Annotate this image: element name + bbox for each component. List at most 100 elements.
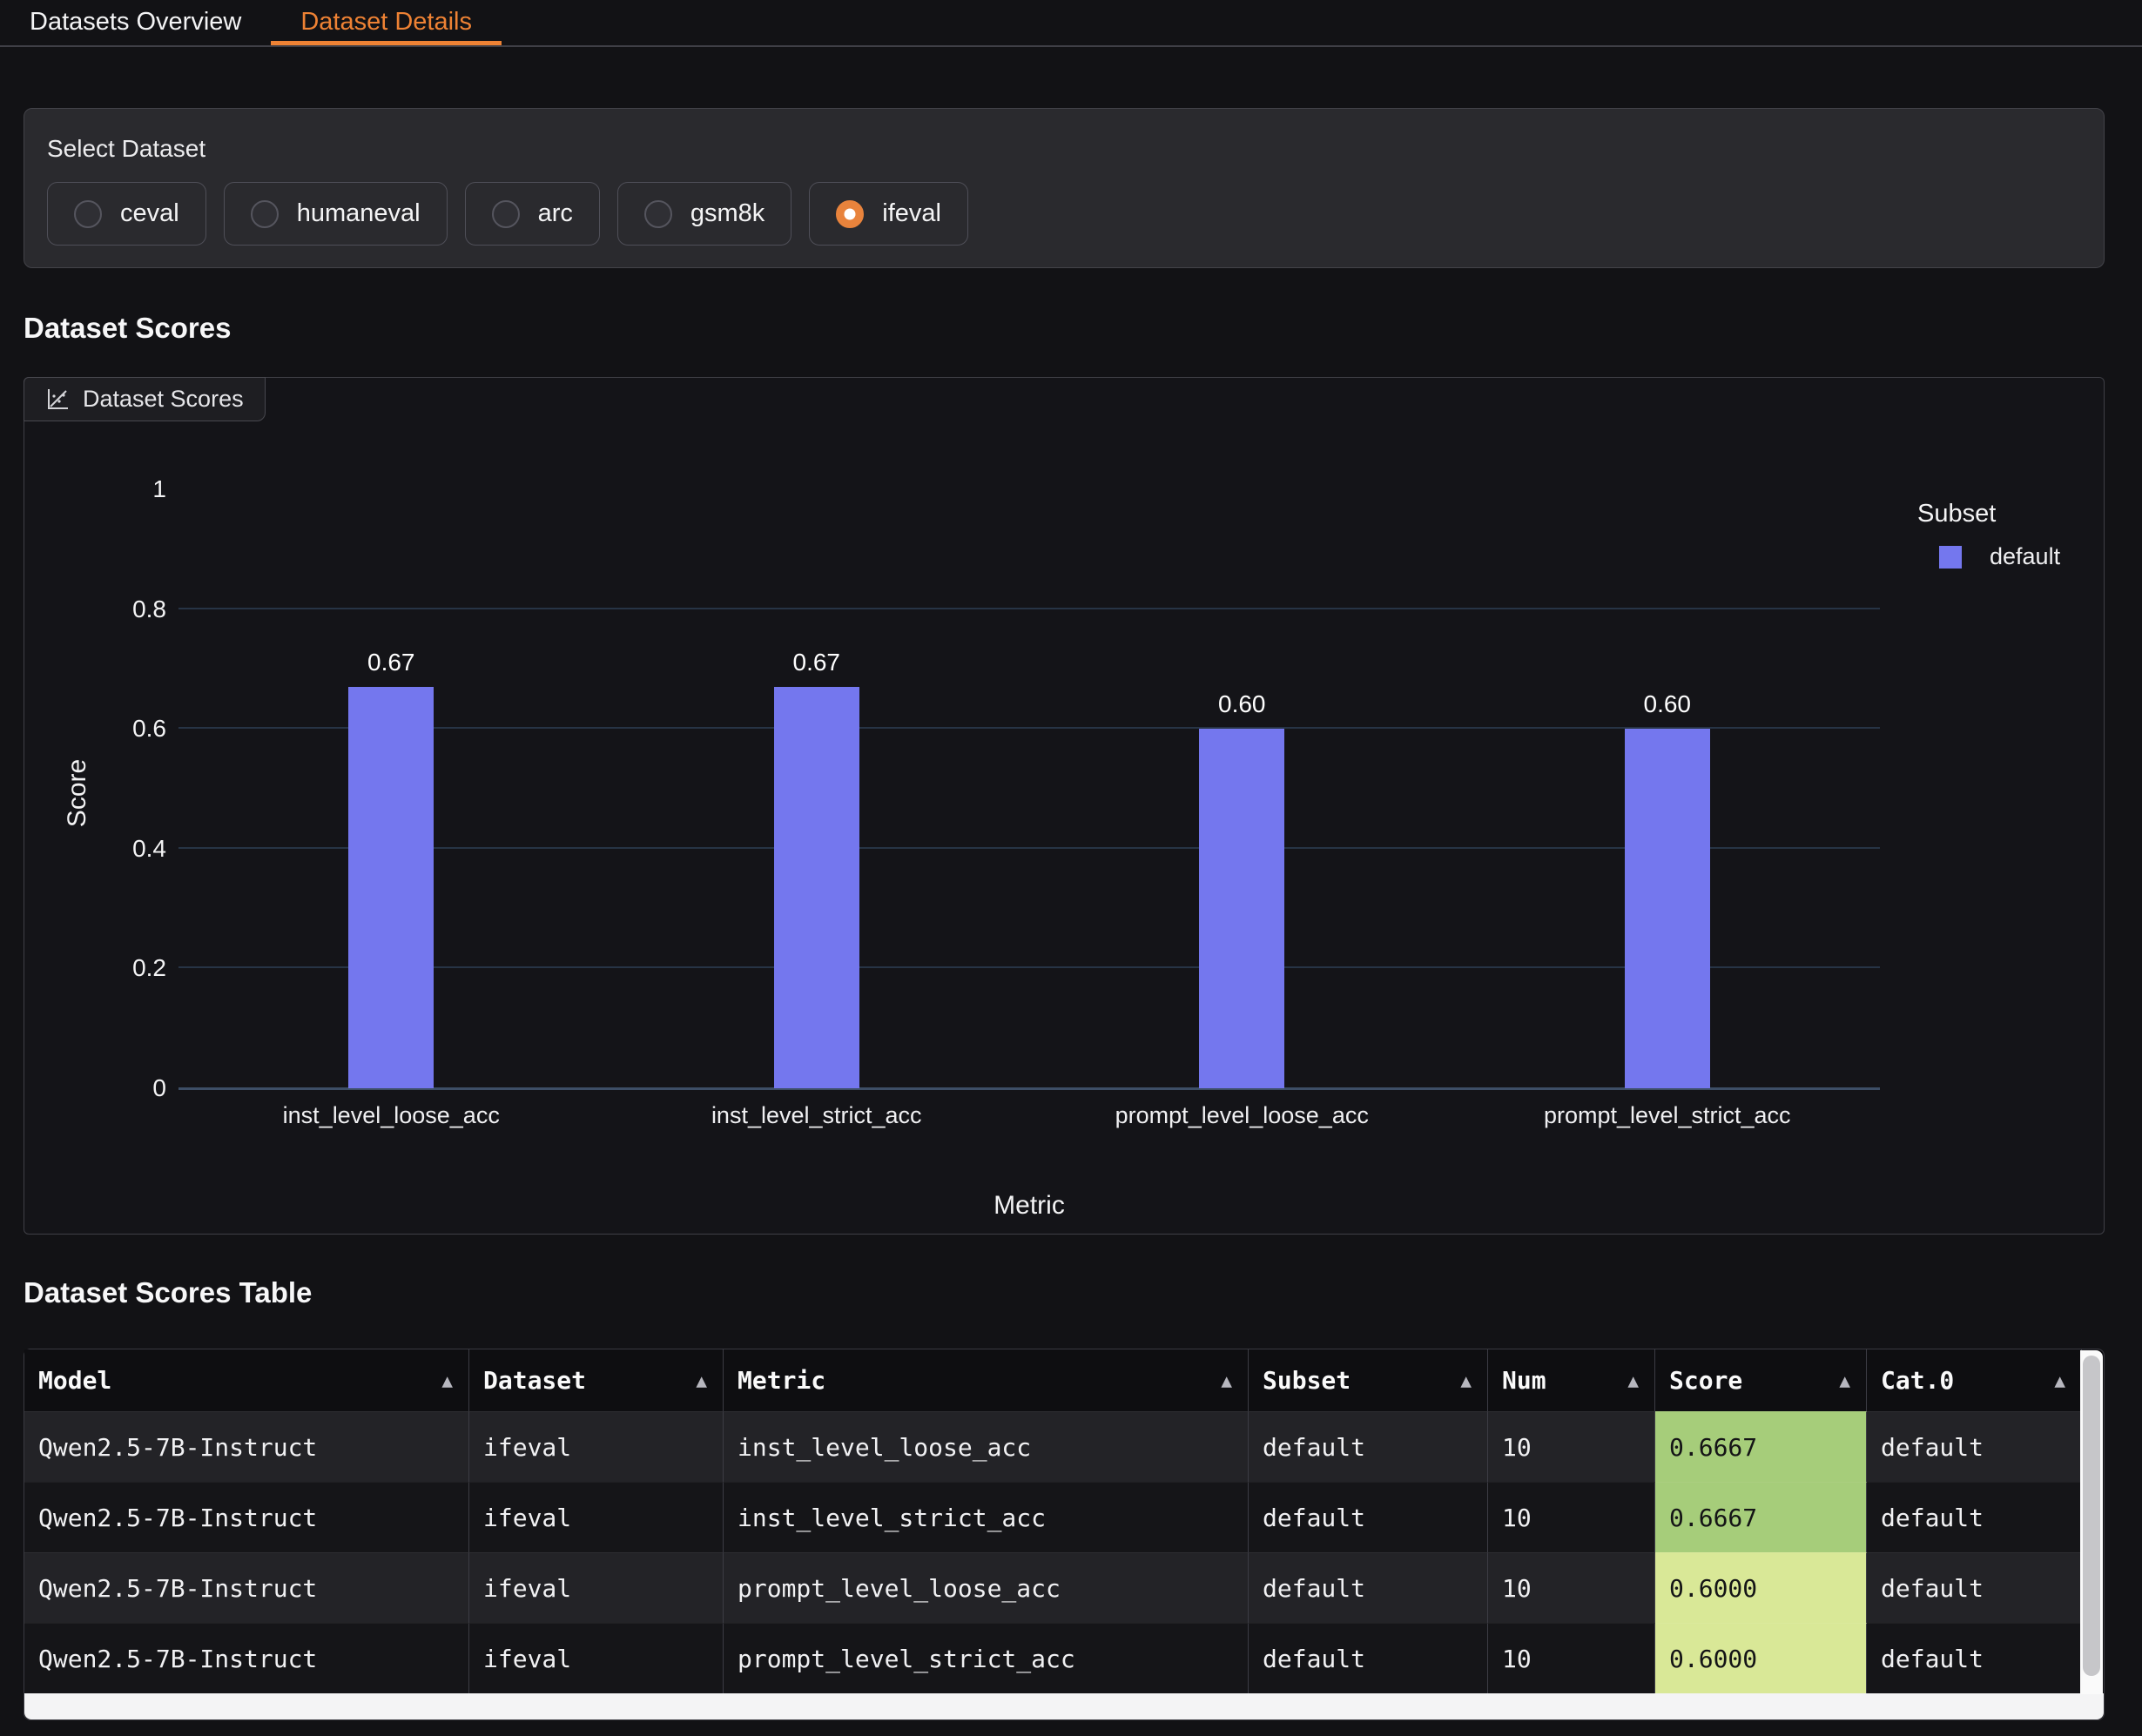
dataset-radio-ifeval[interactable]: ifeval [809,182,968,246]
bar-chart-plot-area: Metric 00.20.40.60.810.67inst_level_loos… [178,489,1880,1088]
y-tick-label-1: 1 [90,475,166,503]
radio-label: ifeval [882,199,941,228]
y-tick-label-0.2: 0.2 [90,954,166,982]
table-cell-r3-c4: 10 [1488,1623,1655,1693]
table-cell-r2-c3: default [1249,1552,1488,1623]
table-cell-r3-c6: default [1867,1623,2082,1693]
column-header-dataset[interactable]: Dataset ▲ [469,1349,724,1411]
table-cell-r0-c0: Qwen2.5-7B-Instruct [24,1411,469,1482]
vertical-scrollbar[interactable] [2080,1350,2103,1694]
column-header-score[interactable]: Score ▲ [1655,1349,1867,1411]
table-cell-r1-c4: 10 [1488,1482,1655,1552]
tab-datasets-overview[interactable]: Datasets Overview [0,0,271,45]
legend-title: Subset [1917,500,2060,528]
table-cell-r3-c2: prompt_level_strict_acc [724,1623,1249,1693]
dataset-radio-humaneval[interactable]: humaneval [224,182,448,246]
radio-label: humaneval [297,199,421,228]
column-header-label: Cat.0 [1881,1366,1954,1395]
column-header-metric[interactable]: Metric ▲ [724,1349,1249,1411]
sort-ascending-icon[interactable]: ▲ [696,1370,707,1391]
table-cell-r2-c4: 10 [1488,1552,1655,1623]
horizontal-scrollbar[interactable] [24,1693,2104,1719]
column-header-model[interactable]: Model ▲ [24,1349,469,1411]
table-cell-r3-c3: default [1249,1623,1488,1693]
table-cell-r2-c0: Qwen2.5-7B-Instruct [24,1552,469,1623]
y-tick-label-0: 0 [90,1074,166,1102]
legend-item-default[interactable]: default [1939,543,2060,570]
table-cell-r3-c1: ifeval [469,1623,724,1693]
x-axis-title: Metric [178,1191,1880,1221]
column-header-label: Model [38,1366,111,1395]
table-cell-r0-c2: inst_level_loose_acc [724,1411,1249,1482]
select-dataset-panel: Select Dataset ceval humaneval arc gsm8k ife… [24,108,2105,268]
table-cell-r0-c5: 0.6667 [1655,1411,1867,1482]
sort-ascending-icon[interactable]: ▲ [1839,1370,1850,1391]
radio-circle-icon [74,200,102,228]
radio-label: arc [538,199,573,228]
table-cell-r0-c6: default [1867,1411,2082,1482]
table-cell-r2-c1: ifeval [469,1552,724,1623]
bar-prompt_level_strict_acc [1625,729,1710,1088]
gridline-0.8 [178,608,1880,609]
table-cell-r1-c1: ifeval [469,1482,724,1552]
sort-ascending-icon[interactable]: ▲ [2054,1370,2065,1391]
bar-value-inst_level_strict_acc: 0.67 [730,649,904,676]
bar-value-prompt_level_strict_acc: 0.60 [1580,690,1755,718]
dataset-radio-gsm8k[interactable]: gsm8k [617,182,791,246]
table-cell-r0-c1: ifeval [469,1411,724,1482]
column-header-label: Subset [1263,1366,1351,1395]
y-axis-title: Score [63,759,92,827]
column-header-subset[interactable]: Subset ▲ [1249,1349,1488,1411]
vertical-scrollbar-thumb[interactable] [2083,1356,2100,1676]
legend-swatch [1939,546,1962,569]
radio-circle-icon [644,200,672,228]
table-cell-r3-c5: 0.6000 [1655,1623,1867,1693]
tab-dataset-details[interactable]: Dataset Details [271,0,502,45]
top-tab-bar: Datasets Overview Dataset Details [0,0,2142,47]
column-header-label: Metric [738,1366,825,1395]
radio-label: gsm8k [690,199,765,228]
table-cell-r1-c6: default [1867,1482,2082,1552]
table-cell-r3-c0: Qwen2.5-7B-Instruct [24,1623,469,1693]
scatter-chart-icon [45,387,70,412]
column-header-num[interactable]: Num ▲ [1488,1349,1655,1411]
dataset-radio-group: ceval humaneval arc gsm8k ifeval [47,182,2081,246]
dataset-radio-arc[interactable]: arc [465,182,600,246]
table-cell-r1-c0: Qwen2.5-7B-Instruct [24,1482,469,1552]
bar-value-inst_level_loose_acc: 0.67 [304,649,478,676]
dataset-scores-table: Model▲Dataset▲Metric▲Subset▲Num▲Score▲Ca… [24,1349,2105,1720]
sort-ascending-icon[interactable]: ▲ [1221,1370,1232,1391]
y-tick-label-0.8: 0.8 [90,595,166,623]
column-header-label: Dataset [483,1366,586,1395]
bar-value-prompt_level_loose_acc: 0.60 [1155,690,1329,718]
radio-circle-icon [836,200,864,228]
select-dataset-label: Select Dataset [47,135,2081,163]
sort-ascending-icon[interactable]: ▲ [1460,1370,1472,1391]
dataset-scores-table-heading: Dataset Scores Table [24,1276,2142,1309]
sort-ascending-icon[interactable]: ▲ [441,1370,453,1391]
bar-inst_level_loose_acc [348,687,434,1088]
dataset-radio-ceval[interactable]: ceval [47,182,206,246]
table-cell-r0-c4: 10 [1488,1411,1655,1482]
y-tick-label-0.4: 0.4 [90,835,166,863]
table-cell-r2-c5: 0.6000 [1655,1552,1867,1623]
legend-item-label: default [1990,543,2060,570]
radio-label: ceval [120,199,179,228]
table-cell-r0-c3: default [1249,1411,1488,1482]
chart-legend: Subset default [1917,500,2060,570]
x-tick-label-prompt_level_strict_acc: prompt_level_strict_acc [1406,1102,1929,1129]
column-header-label: Num [1502,1366,1546,1395]
chart-tab-label: Dataset Scores [83,386,244,413]
chart-tab[interactable]: Dataset Scores [24,377,266,421]
sort-ascending-icon[interactable]: ▲ [1627,1370,1639,1391]
table-grid: Model▲Dataset▲Metric▲Subset▲Num▲Score▲Ca… [24,1349,2082,1693]
dataset-scores-heading: Dataset Scores [24,312,2142,345]
bar-prompt_level_loose_acc [1199,729,1284,1088]
column-header-cat-0[interactable]: Cat.0 ▲ [1867,1349,2082,1411]
table-cell-r1-c5: 0.6667 [1655,1482,1867,1552]
radio-circle-icon [251,200,279,228]
column-header-label: Score [1669,1366,1742,1395]
table-cell-r1-c3: default [1249,1482,1488,1552]
radio-circle-icon [492,200,520,228]
table-cell-r1-c2: inst_level_strict_acc [724,1482,1249,1552]
